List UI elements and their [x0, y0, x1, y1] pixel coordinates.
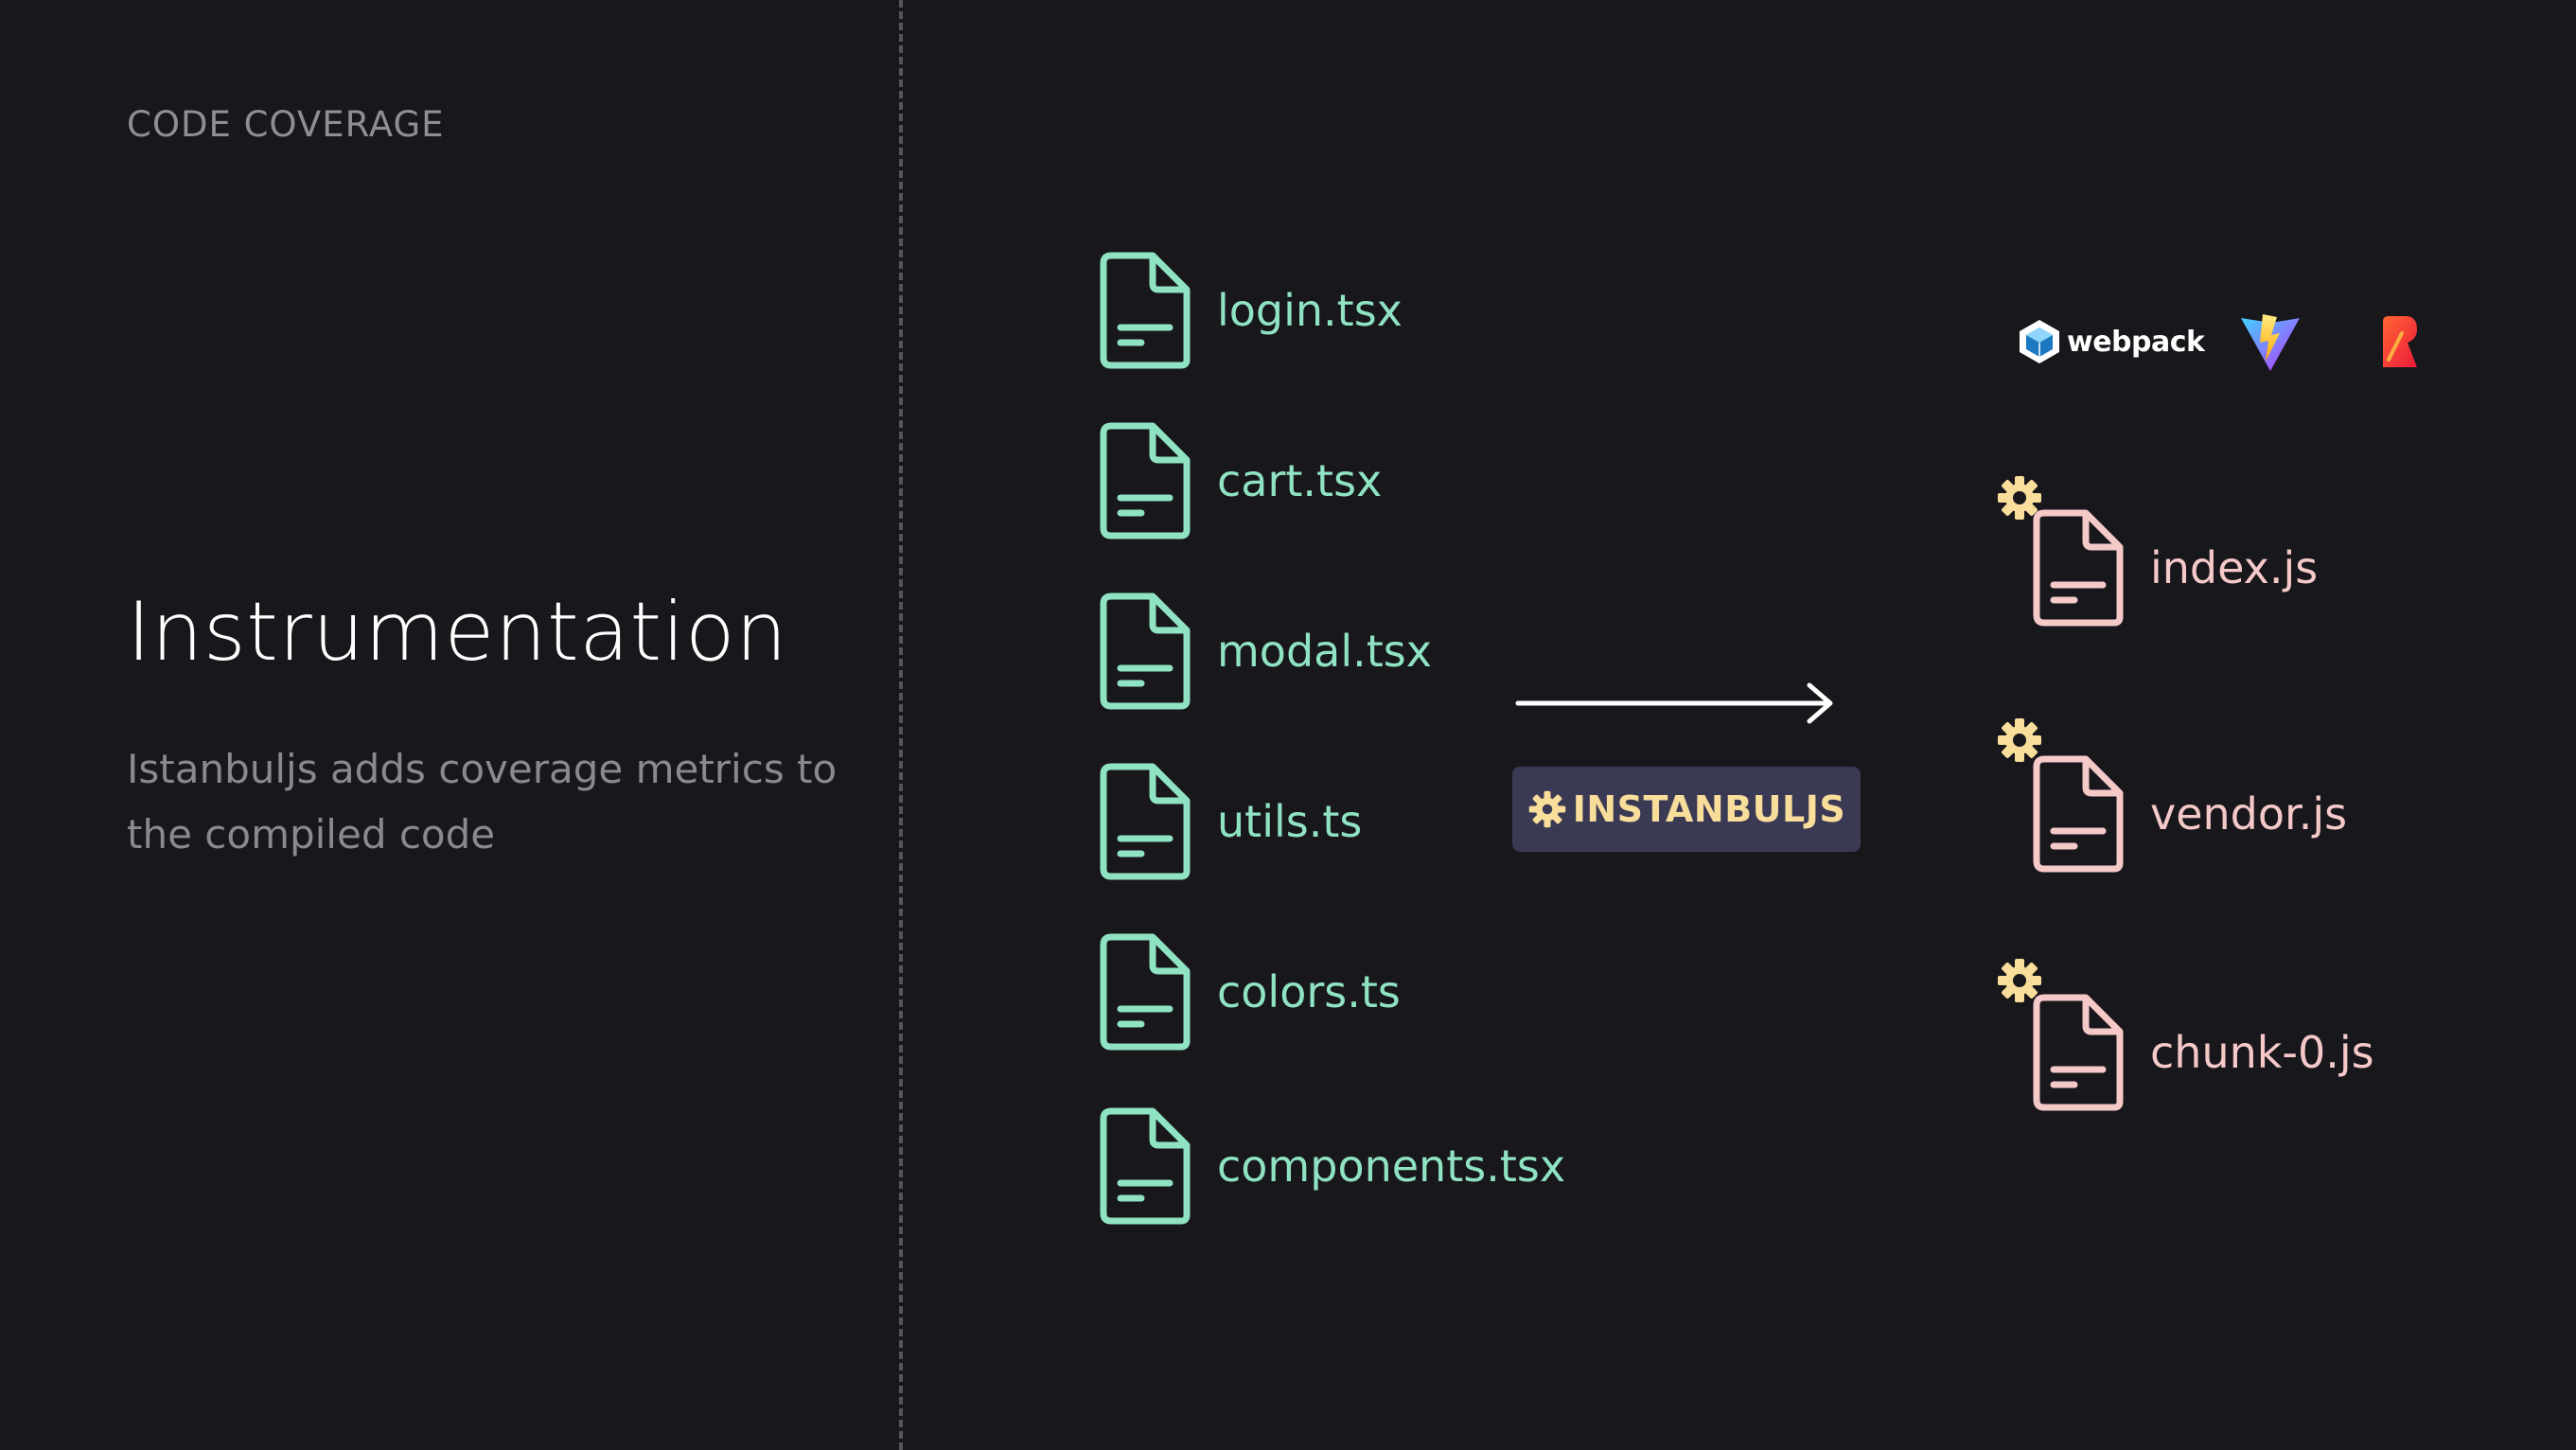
output-file-chunk-0: chunk-0.js — [2031, 994, 2374, 1111]
file-icon — [1100, 592, 1191, 710]
arrow-right-icon — [1515, 682, 1833, 724]
file-name: colors.ts — [1217, 966, 1401, 1017]
file-icon — [2033, 509, 2124, 627]
file-name: components.tsx — [1217, 1141, 1566, 1192]
file-name: chunk-0.js — [2150, 1027, 2374, 1078]
file-name: login.tsx — [1217, 285, 1403, 336]
file-name: modal.tsx — [1217, 626, 1432, 677]
source-file-login: login.tsx — [1098, 252, 1403, 369]
file-name: vendor.js — [2150, 788, 2348, 840]
file-icon — [1100, 933, 1191, 1051]
slide-title: Instrumentation — [127, 585, 788, 680]
eyebrow-label: CODE COVERAGE — [127, 104, 445, 145]
slide-subtitle: Istanbuljs adds coverage metrics to the … — [127, 746, 838, 858]
file-icon — [1100, 1107, 1191, 1225]
source-file-utils: utils.ts — [1098, 763, 1362, 880]
instrumenter-label: INSTANBULJS — [1572, 788, 1846, 830]
source-file-components: components.tsx — [1098, 1107, 1565, 1225]
file-name: utils.ts — [1217, 796, 1363, 847]
output-file-vendor: vendor.js — [2031, 755, 2347, 873]
file-icon — [1100, 763, 1191, 880]
source-file-colors: colors.ts — [1098, 933, 1401, 1051]
webpack-label: webpack — [2067, 325, 2205, 359]
file-name: index.js — [2150, 542, 2319, 593]
rollup-logo — [2383, 316, 2417, 367]
vite-logo — [2241, 314, 2300, 371]
file-icon — [1100, 422, 1191, 539]
file-name: cart.tsx — [1217, 455, 1383, 506]
file-icon — [2033, 755, 2124, 873]
gear-icon — [1528, 790, 1565, 828]
source-file-modal: modal.tsx — [1098, 592, 1432, 710]
divider — [899, 0, 903, 1450]
webpack-logo: webpack — [2018, 318, 2205, 365]
file-icon — [2033, 994, 2124, 1111]
webpack-cube-icon — [2020, 320, 2059, 363]
source-file-cart: cart.tsx — [1098, 422, 1382, 539]
instrumenter-badge: INSTANBULJS — [1512, 767, 1861, 852]
output-file-index: index.js — [2031, 509, 2318, 627]
file-icon — [1100, 252, 1191, 369]
